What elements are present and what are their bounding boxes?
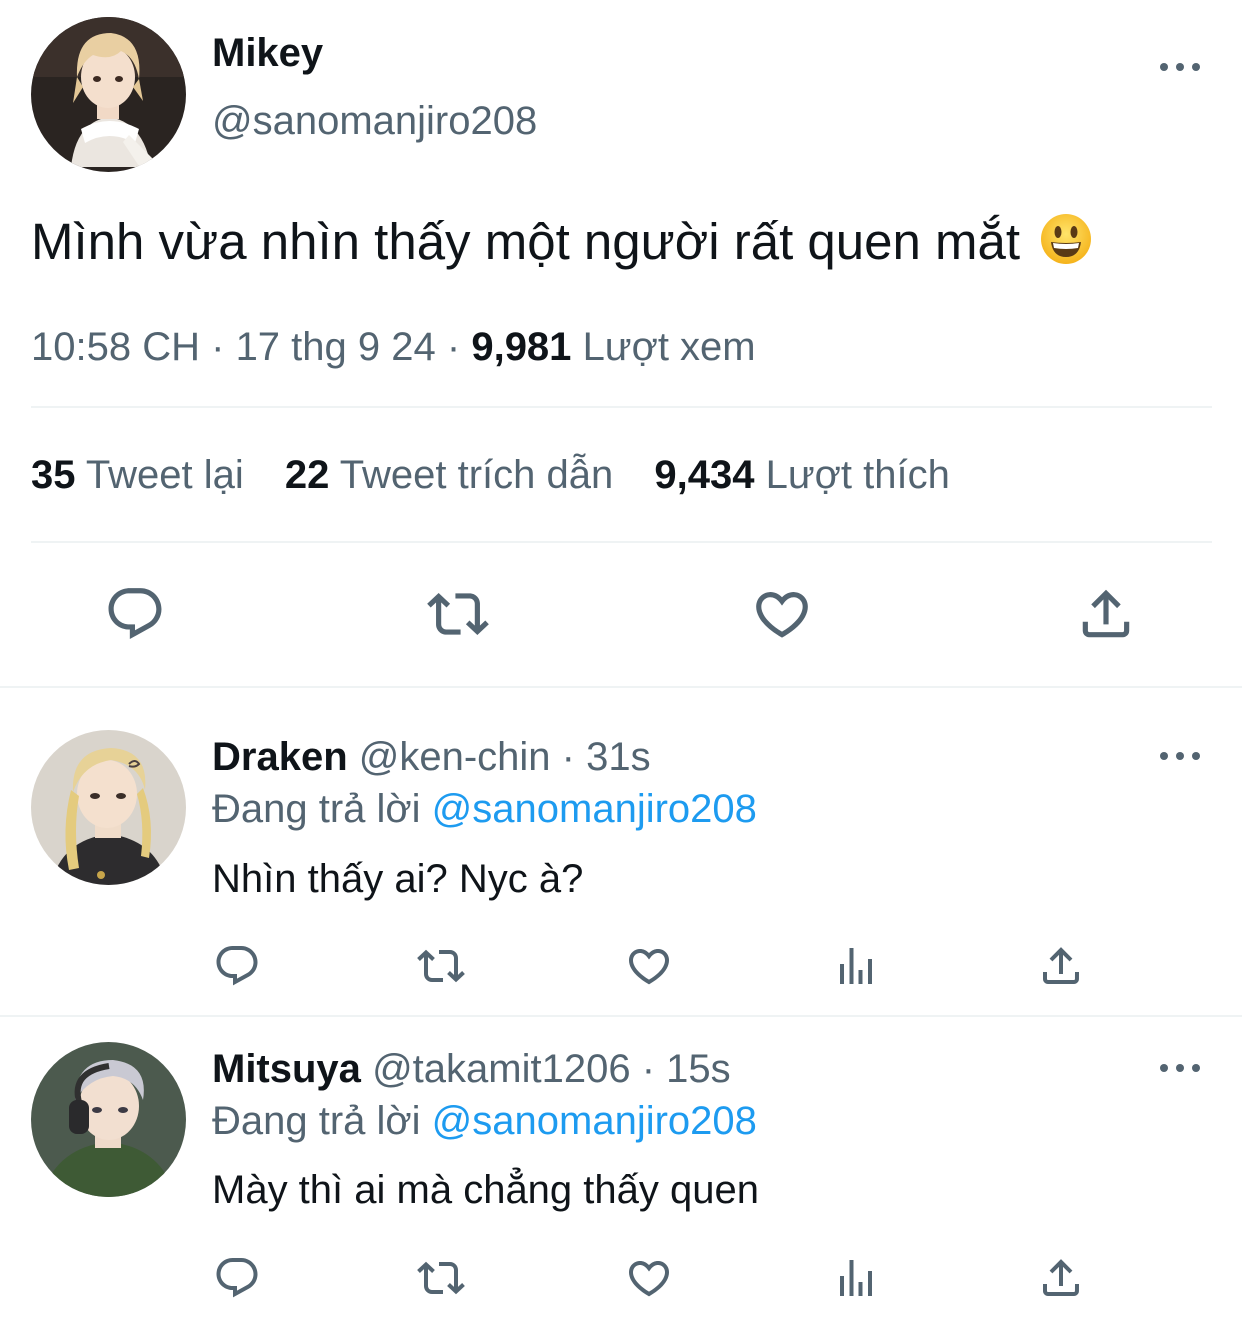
like-icon[interactable] (625, 942, 673, 990)
reply-author-name[interactable]: Draken (212, 735, 348, 779)
tweet-text: Mình vừa nhìn thấy một người rất quen mắ… (31, 212, 1092, 278)
retweets-stat[interactable]: 35 Tweet lại (31, 453, 255, 497)
views-icon[interactable] (832, 1254, 880, 1302)
reply-icon[interactable] (213, 942, 261, 990)
views-count: 9,981 (471, 325, 572, 369)
views-label: Lượt xem (582, 325, 756, 369)
reply-avatar[interactable] (31, 730, 186, 885)
like-icon[interactable] (625, 1254, 673, 1302)
meta-separator: · (641, 1047, 656, 1091)
reply-icon[interactable] (213, 1254, 261, 1302)
reply-time[interactable]: 31s (586, 735, 651, 779)
like-icon[interactable] (751, 583, 813, 645)
reply-icon[interactable] (104, 583, 166, 645)
reply-author-name[interactable]: Mitsuya (212, 1047, 361, 1091)
likes-count: 9,434 (654, 453, 755, 497)
share-icon[interactable] (1037, 942, 1085, 990)
more-options-icon[interactable] (1160, 59, 1200, 75)
section-divider (0, 1015, 1242, 1017)
share-icon[interactable] (1075, 583, 1137, 645)
replying-to: Đang trả lời @sanomanjiro208 (212, 1098, 757, 1144)
reply-text: Mày thì ai mà chẳng thấy quen (212, 1168, 759, 1212)
reply-more-options-icon[interactable] (1160, 748, 1200, 764)
replying-prefix: Đang trả lời (212, 787, 421, 831)
meta-separator: · (561, 735, 575, 779)
reply-author-handle[interactable]: @takamit1206 (372, 1047, 631, 1091)
retweet-icon[interactable] (427, 583, 489, 645)
replying-to-handle[interactable]: @sanomanjiro208 (432, 1099, 757, 1143)
replying-prefix: Đang trả lời (212, 1099, 421, 1143)
quotes-label: Tweet trích dẫn (339, 453, 614, 497)
author-name[interactable]: Mikey (212, 30, 323, 76)
likes-stat[interactable]: 9,434 Lượt thích (654, 453, 949, 497)
reply-header: Draken @ken-chin · 31s (212, 734, 651, 780)
tweet-text-body: Mình vừa nhìn thấy một người rất quen mắ… (31, 213, 1021, 270)
reply-time[interactable]: 15s (666, 1047, 731, 1091)
meta-separator: · (211, 325, 225, 369)
reply-author-handle[interactable]: @ken-chin (359, 735, 551, 779)
retweets-label: Tweet lại (85, 453, 244, 497)
reply-text: Nhìn thấy ai? Nyc à? (212, 857, 584, 901)
author-handle[interactable]: @sanomanjiro208 (212, 98, 537, 144)
retweet-icon[interactable] (417, 1254, 465, 1302)
tweet-meta: 10:58 CH · 17 thg 9 24 · 9,981 Lượt xem (31, 324, 756, 370)
tweet-time[interactable]: 10:58 CH (31, 325, 200, 369)
reply-more-options-icon[interactable] (1160, 1060, 1200, 1076)
grinning-emoji-icon (1040, 213, 1092, 278)
divider (31, 541, 1212, 543)
author-avatar[interactable] (31, 17, 186, 172)
tweet-stats: 35 Tweet lại 22 Tweet trích dẫn 9,434 Lư… (31, 452, 950, 498)
likes-label: Lượt thích (765, 453, 950, 497)
retweets-count: 35 (31, 453, 76, 497)
quotes-count: 22 (284, 453, 330, 497)
reply-header: Mitsuya @takamit1206 · 15s (212, 1046, 731, 1092)
share-icon[interactable] (1037, 1254, 1085, 1302)
replying-to-handle[interactable]: @sanomanjiro208 (432, 787, 757, 831)
retweet-icon[interactable] (417, 942, 465, 990)
meta-separator: · (446, 325, 461, 369)
divider (31, 406, 1212, 408)
views-icon[interactable] (832, 942, 880, 990)
replying-to: Đang trả lời @sanomanjiro208 (212, 786, 757, 832)
quotes-stat[interactable]: 22 Tweet trích dẫn (285, 453, 625, 497)
reply-avatar[interactable] (31, 1042, 186, 1197)
section-divider (0, 686, 1242, 688)
tweet-date[interactable]: 17 thg 9 24 (236, 325, 436, 369)
